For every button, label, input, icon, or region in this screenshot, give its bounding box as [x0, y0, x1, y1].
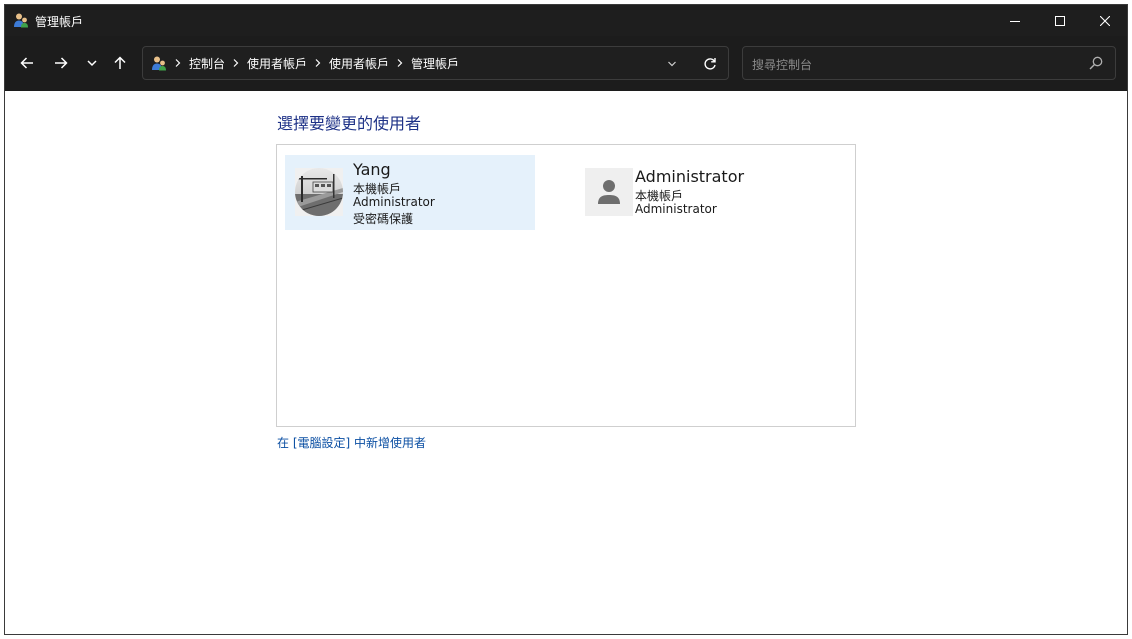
user-avatar-photo [295, 168, 343, 216]
user-role: Administrator [353, 195, 435, 209]
search-placeholder: 搜尋控制台 [752, 58, 813, 72]
up-button[interactable] [110, 53, 130, 73]
window-title: 管理帳戶 [35, 15, 84, 29]
default-user-avatar-icon [585, 168, 633, 216]
control-panel-window: 管理帳戶 控制台 使用者帳戶 使用者帳戶 管理帳戶 搜尋控制台 選擇要變更的使用… [4, 4, 1128, 635]
chevron-right-icon [233, 59, 239, 67]
user-role: Administrator [635, 202, 717, 216]
user-name: Administrator [635, 167, 745, 186]
minimize-icon [1010, 20, 1020, 22]
user-tile-yang[interactable]: Yang 本機帳戶 Administrator 受密碼保護 [285, 155, 535, 230]
maximize-icon [1055, 15, 1065, 26]
content-area: 選擇要變更的使用者 Yang 本機帳戶 Administrator 受密碼保護 … [5, 91, 1127, 634]
add-user-link[interactable]: 在 [電腦設定] 中新增使用者 [277, 434, 426, 451]
back-button[interactable] [17, 53, 37, 73]
breadcrumb-item-control-panel[interactable]: 控制台 [189, 55, 225, 72]
search-icon[interactable] [1089, 56, 1103, 70]
user-name: Yang [353, 160, 391, 179]
arrow-up-icon [114, 56, 126, 69]
arrow-left-icon [20, 57, 33, 69]
breadcrumb-item-user-accounts[interactable]: 使用者帳戶 [247, 55, 307, 72]
address-history-button[interactable] [661, 53, 683, 75]
title-bar: 管理帳戶 [5, 5, 1127, 36]
user-accounts-icon [14, 13, 28, 28]
user-password-status: 受密碼保護 [353, 212, 414, 226]
close-icon [1100, 15, 1110, 26]
user-tile-administrator[interactable]: Administrator 本機帳戶 Administrator [575, 155, 825, 230]
refresh-button[interactable] [699, 53, 721, 75]
arrow-right-icon [55, 57, 68, 69]
breadcrumb: 控制台 使用者帳戶 使用者帳戶 管理帳戶 [151, 47, 459, 79]
search-input[interactable]: 搜尋控制台 [742, 46, 1116, 80]
forward-button[interactable] [51, 53, 71, 73]
breadcrumb-item-manage-accounts[interactable]: 管理帳戶 [411, 55, 459, 72]
chevron-down-icon [668, 61, 676, 67]
chevron-down-icon [87, 60, 97, 67]
page-heading: 選擇要變更的使用者 [277, 114, 422, 133]
refresh-icon [704, 58, 716, 70]
user-accounts-icon [152, 56, 166, 71]
navigation-bar: 控制台 使用者帳戶 使用者帳戶 管理帳戶 搜尋控制台 [5, 36, 1127, 91]
chevron-right-icon [315, 59, 321, 67]
recent-locations-button[interactable] [82, 53, 102, 73]
close-button[interactable] [1082, 5, 1127, 36]
breadcrumb-item-user-accounts-sub[interactable]: 使用者帳戶 [329, 55, 389, 72]
chevron-right-icon [397, 59, 403, 67]
maximize-button[interactable] [1037, 5, 1083, 36]
minimize-button[interactable] [992, 5, 1038, 36]
user-list: Yang 本機帳戶 Administrator 受密碼保護 Administra… [276, 144, 856, 427]
address-bar[interactable]: 控制台 使用者帳戶 使用者帳戶 管理帳戶 [142, 46, 729, 80]
chevron-right-icon [175, 59, 181, 67]
